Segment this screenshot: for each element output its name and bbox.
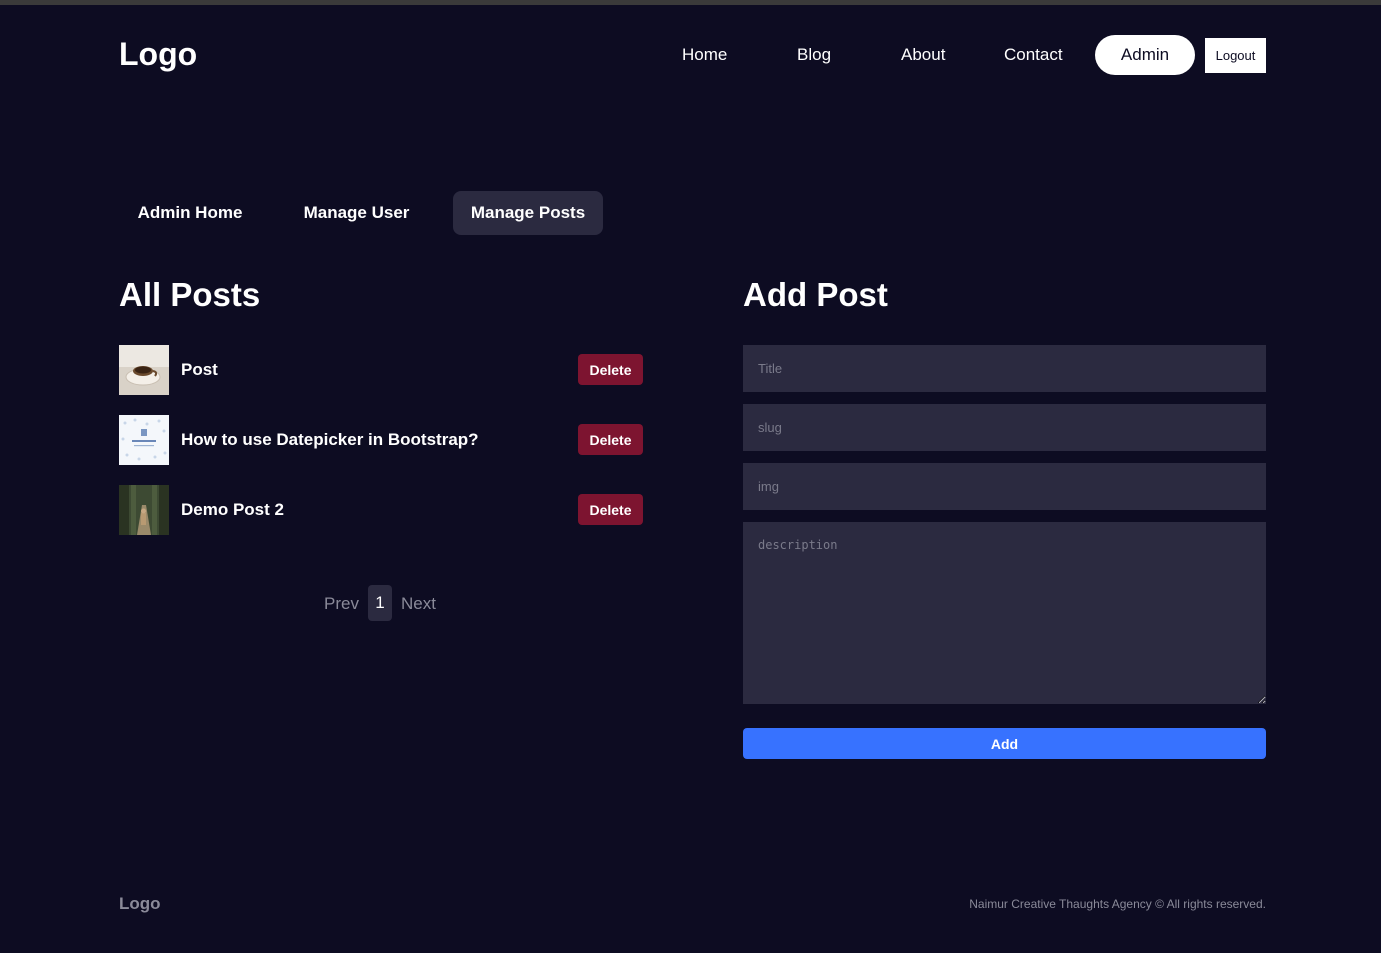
img-input[interactable] xyxy=(743,463,1266,510)
logout-button[interactable]: Logout xyxy=(1205,38,1266,73)
delete-post-button[interactable]: Delete xyxy=(578,424,643,455)
post-thumbnail-forest xyxy=(119,485,169,535)
nav-about-link[interactable]: About xyxy=(901,45,945,65)
pagination-page-1[interactable]: 1 xyxy=(368,585,392,621)
admin-button[interactable]: Admin xyxy=(1095,35,1195,75)
main-nav: Home Blog About Contact Admin Logout xyxy=(0,35,1381,75)
tab-manage-posts[interactable]: Manage Posts xyxy=(453,191,603,235)
post-row: How to use Datepicker in Bootstrap? Dele… xyxy=(119,415,643,465)
nav-home-link[interactable]: Home xyxy=(682,45,727,65)
post-row: Demo Post 2 Delete xyxy=(119,485,643,535)
post-thumbnail-coffee xyxy=(119,345,169,395)
browser-top-line xyxy=(0,0,1381,5)
post-title[interactable]: Demo Post 2 xyxy=(181,500,284,520)
tab-manage-user[interactable]: Manage User xyxy=(285,191,428,235)
tab-admin-home[interactable]: Admin Home xyxy=(120,191,260,235)
delete-post-button[interactable]: Delete xyxy=(578,354,643,385)
pagination-next[interactable]: Next xyxy=(401,594,436,614)
title-input[interactable] xyxy=(743,345,1266,392)
copyright-text: Naimur Creative Thaughts Agency © All ri… xyxy=(969,897,1266,911)
slug-input[interactable] xyxy=(743,404,1266,451)
delete-post-button[interactable]: Delete xyxy=(578,494,643,525)
add-post-heading: Add Post xyxy=(743,276,888,313)
nav-contact-link[interactable]: Contact xyxy=(1004,45,1063,65)
post-title[interactable]: Post xyxy=(181,360,218,380)
description-textarea[interactable] xyxy=(743,522,1266,704)
all-posts-heading: All Posts xyxy=(119,276,261,313)
add-post-button[interactable]: Add xyxy=(743,728,1266,759)
post-thumbnail-datepicker xyxy=(119,415,169,465)
post-row: Post Delete xyxy=(119,345,643,395)
post-title[interactable]: How to use Datepicker in Bootstrap? xyxy=(181,430,479,450)
nav-blog-link[interactable]: Blog xyxy=(797,45,831,65)
pagination-prev[interactable]: Prev xyxy=(324,594,359,614)
footer-logo[interactable]: Logo xyxy=(119,894,161,914)
